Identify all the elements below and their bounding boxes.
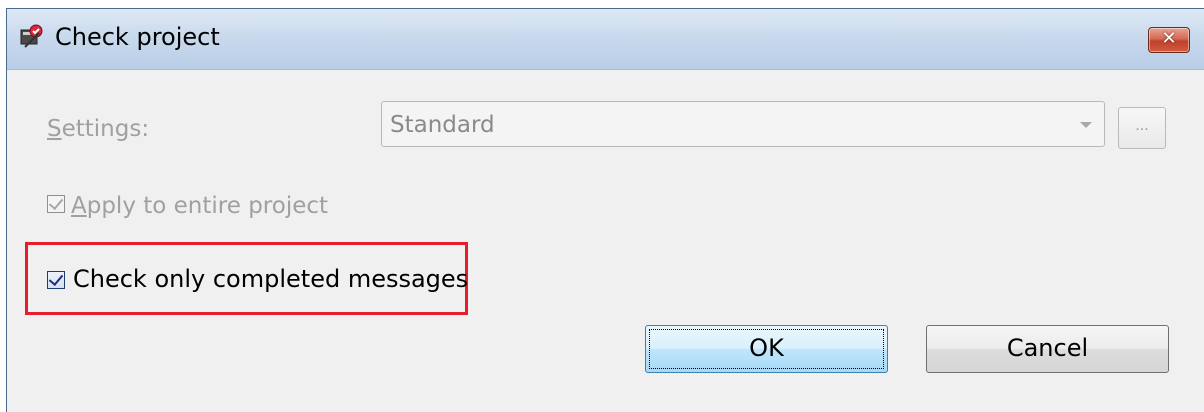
- settings-label-rest: ettings:: [61, 116, 150, 142]
- apply-label-mnemonic: A: [71, 193, 87, 219]
- completed-messages-checkbox[interactable]: [47, 270, 65, 289]
- settings-dropdown[interactable]: Standard: [381, 101, 1105, 147]
- completed-messages-label[interactable]: Check only completed messages: [73, 265, 468, 293]
- chevron-down-icon: [1080, 122, 1092, 128]
- ok-button-label: OK: [749, 334, 784, 362]
- cancel-button[interactable]: Cancel: [926, 325, 1169, 373]
- check-project-dialog: Check project ✕ Settings: Standard ... A…: [6, 8, 1204, 412]
- settings-label: Settings:: [47, 116, 149, 142]
- settings-label-mnemonic: S: [47, 116, 62, 142]
- ok-button[interactable]: OK: [645, 325, 888, 373]
- settings-dropdown-value: Standard: [390, 112, 495, 138]
- browse-settings-button[interactable]: ...: [1118, 107, 1166, 149]
- apply-to-project-checkbox[interactable]: [47, 194, 65, 213]
- apply-to-project-label[interactable]: Apply to entire project: [71, 193, 328, 219]
- check-project-icon: [20, 24, 43, 48]
- checkmark-icon: [48, 270, 64, 287]
- close-button[interactable]: ✕: [1148, 27, 1190, 53]
- window-title: Check project: [55, 23, 220, 51]
- apply-label-rest: pply to entire project: [86, 193, 329, 219]
- title-bar[interactable]: Check project ✕: [7, 9, 1204, 70]
- close-icon: ✕: [1161, 28, 1177, 49]
- checkmark-icon: [48, 194, 64, 211]
